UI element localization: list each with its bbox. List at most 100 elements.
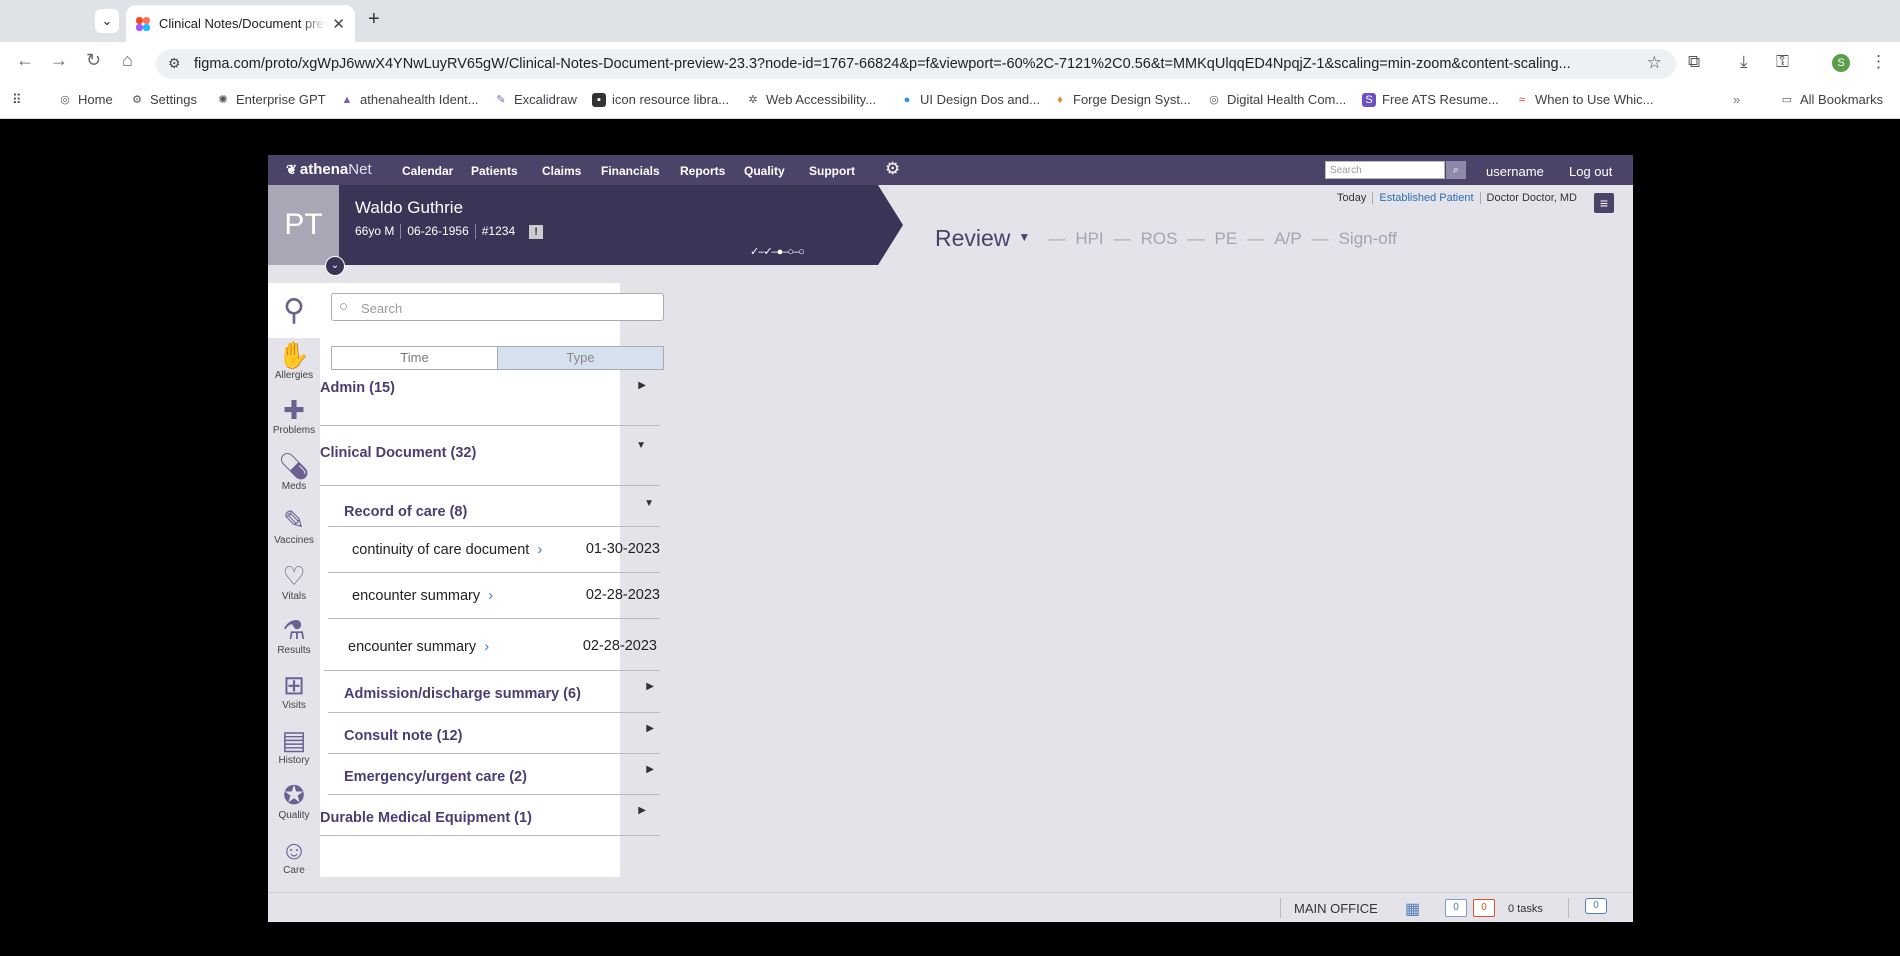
heart-icon: ♡ [282,561,306,591]
step-ros[interactable]: ROS [1141,229,1178,249]
back-icon[interactable]: ← [16,50,34,71]
bookmark-free-ats[interactable]: S Free ATS Resume... [1362,92,1499,107]
medical-kit-icon: ⊞ [283,670,305,700]
group-emergency-urgent-care[interactable]: Emergency/urgent care (2) ▶ [328,754,660,795]
bookmark-icon-library[interactable]: ▪ icon resource libra... [592,92,729,107]
password-key-icon[interactable]: ⚿ [1776,52,1789,72]
doc-row[interactable]: encounter summary › 02-28-2023 [328,573,660,619]
step-pe[interactable]: PE [1215,229,1238,249]
athenanet-logo[interactable]: ❦ athena Net [286,161,372,178]
step-signoff[interactable]: Sign-off [1339,229,1397,249]
chevron-right-icon: › [484,638,490,655]
bookmark-ui-design[interactable]: ● UI Design Dos and... [900,92,1040,107]
patient-name[interactable]: Waldo Guthrie [355,198,463,218]
bookmark-athenahealth[interactable]: ▲ athenahealth Ident... [340,92,479,107]
banner-arrow [878,185,903,265]
more-menu-icon[interactable]: ⋮ [1870,52,1887,72]
collapse-banner-button[interactable]: ⌄ [325,256,345,276]
username[interactable]: username [1486,164,1544,179]
doc-row[interactable]: encounter summary › 02-28-2023 [324,619,660,671]
address-bar[interactable]: ⚙ figma.com/proto/xgWpJ6wwX4YNwLuyRV65gW… [156,49,1676,79]
bookmark-when-to-use[interactable]: ≈ When to Use Whic... [1515,92,1654,107]
rail-problems[interactable]: ✚ Problems [268,395,320,436]
library-icon: ▪ [592,92,606,107]
nav-financials[interactable]: Financials [601,164,660,178]
bookmark-web-accessibility[interactable]: ✲ Web Accessibility... [746,92,876,107]
rail-visits[interactable]: ⊞ Visits [268,670,320,711]
toggle-type[interactable]: Type [497,347,663,369]
rail-vitals[interactable]: ♡ Vitals [268,561,320,602]
doc-row[interactable]: continuity of care document › 01-30-2023 [328,527,660,573]
rail-care[interactable]: ☺ Care [268,835,320,876]
bookmark-enterprise-gpt[interactable]: ✺ Enterprise GPT [216,92,325,107]
encounter-header: Today Established Patient Doctor Doctor,… [1331,192,1583,204]
rail-vaccines[interactable]: ✎ Vaccines [268,505,320,546]
menu-icon[interactable]: ≡ [1594,193,1614,213]
visit-type-link[interactable]: Established Patient [1372,192,1479,204]
nav-calendar[interactable]: Calendar [402,164,453,178]
tasks-count[interactable]: 0 tasks [1508,903,1543,915]
more-bookmarks-icon[interactable]: » [1733,92,1740,107]
site-info-icon[interactable]: ⚙ [168,55,181,72]
step-review[interactable]: Review [935,225,1010,252]
group-admin[interactable]: Admin (15) ▶ [320,378,660,426]
bookmark-digital-health[interactable]: ◎ Digital Health Com... [1207,92,1346,107]
gear-icon[interactable]: ⚙ [885,159,900,179]
global-search-input[interactable]: Search [1325,161,1445,179]
department-label[interactable]: MAIN OFFICE [1294,901,1378,916]
patient-avatar: PT [268,185,339,265]
rail-history[interactable]: ▤ History [268,725,320,766]
chart-search-tab[interactable]: ⚲ [268,283,320,338]
toggle-time[interactable]: Time [332,347,497,369]
nav-support[interactable]: Support [809,164,855,178]
tab-search-button[interactable]: ⌄ [95,9,119,33]
panel-search-input[interactable]: ○ Search [331,293,664,321]
globe-icon: ◎ [1209,93,1219,106]
group-consult-note[interactable]: Consult note (12) ▶ [328,713,660,754]
rail-meds[interactable]: 💊︎ Meds [268,451,320,492]
bookmark-forge[interactable]: ♦ Forge Design Syst... [1053,92,1191,107]
group-clinical-document[interactable]: Clinical Document (32) ▼ [320,426,660,486]
new-tab-button[interactable]: + [368,8,380,31]
patient-dob: 06-26-1956 [400,224,474,239]
group-admission-discharge[interactable]: Admission/discharge summary (6) ▶ [328,671,660,713]
extensions-icon[interactable]: ⧉ [1688,52,1700,72]
step-hpi[interactable]: HPI [1075,229,1103,249]
close-icon[interactable]: ✕ [332,15,345,33]
nav-patients[interactable]: Patients [471,164,518,178]
group-durable-medical-equipment[interactable]: Durable Medical Equipment (1) ▶ [320,795,660,836]
alert-icon[interactable]: ! [521,224,544,239]
all-bookmarks[interactable]: ▭ All Bookmarks [1780,92,1883,107]
home-icon[interactable]: ⌂ [122,50,133,71]
step-ap[interactable]: A/P [1274,229,1301,249]
bookmark-star-icon[interactable]: ☆ [1647,53,1662,73]
nav-claims[interactable]: Claims [542,164,581,178]
count-badge-alert[interactable]: 0 [1473,899,1495,917]
hand-icon: ✋ [277,340,311,370]
forward-icon[interactable]: → [50,50,68,71]
calendar-icon[interactable]: ▦ [1405,899,1420,919]
logout-link[interactable]: Log out [1569,164,1612,179]
sort-toggle: Time Type [331,346,664,370]
profile-avatar[interactable]: S [1832,54,1850,72]
rail-quality[interactable]: ✪ Quality [268,780,320,821]
nav-quality[interactable]: Quality [744,164,785,178]
reload-icon[interactable]: ↻ [86,50,101,71]
group-record-of-care[interactable]: Record of care (8) ▼ [328,486,660,527]
bookmark-excalidraw[interactable]: ✎ Excalidraw [494,92,576,107]
flask-icon: ⚗ [282,615,306,645]
nav-reports[interactable]: Reports [680,164,725,178]
apps-grid-icon[interactable]: ⠿ [12,92,22,108]
count-badge[interactable]: 0 [1445,899,1467,917]
message-icon[interactable]: 0 [1585,898,1607,914]
globe-icon: ◎ [60,93,70,106]
syringe-icon: ✎ [283,505,305,535]
bookmark-home[interactable]: ◎ Home [58,92,113,107]
search-icon[interactable]: ⌕ [1446,161,1466,179]
download-icon[interactable]: ⤓ [1740,52,1748,72]
caret-down-icon[interactable]: ▼ [1018,230,1030,244]
rail-allergies[interactable]: ✋ Allergies [268,340,320,381]
browser-tab[interactable]: Clinical Notes/Document preview 23.3 ✕ [126,5,355,42]
bookmark-settings[interactable]: ⚙ Settings [130,92,197,107]
rail-results[interactable]: ⚗ Results [268,615,320,656]
